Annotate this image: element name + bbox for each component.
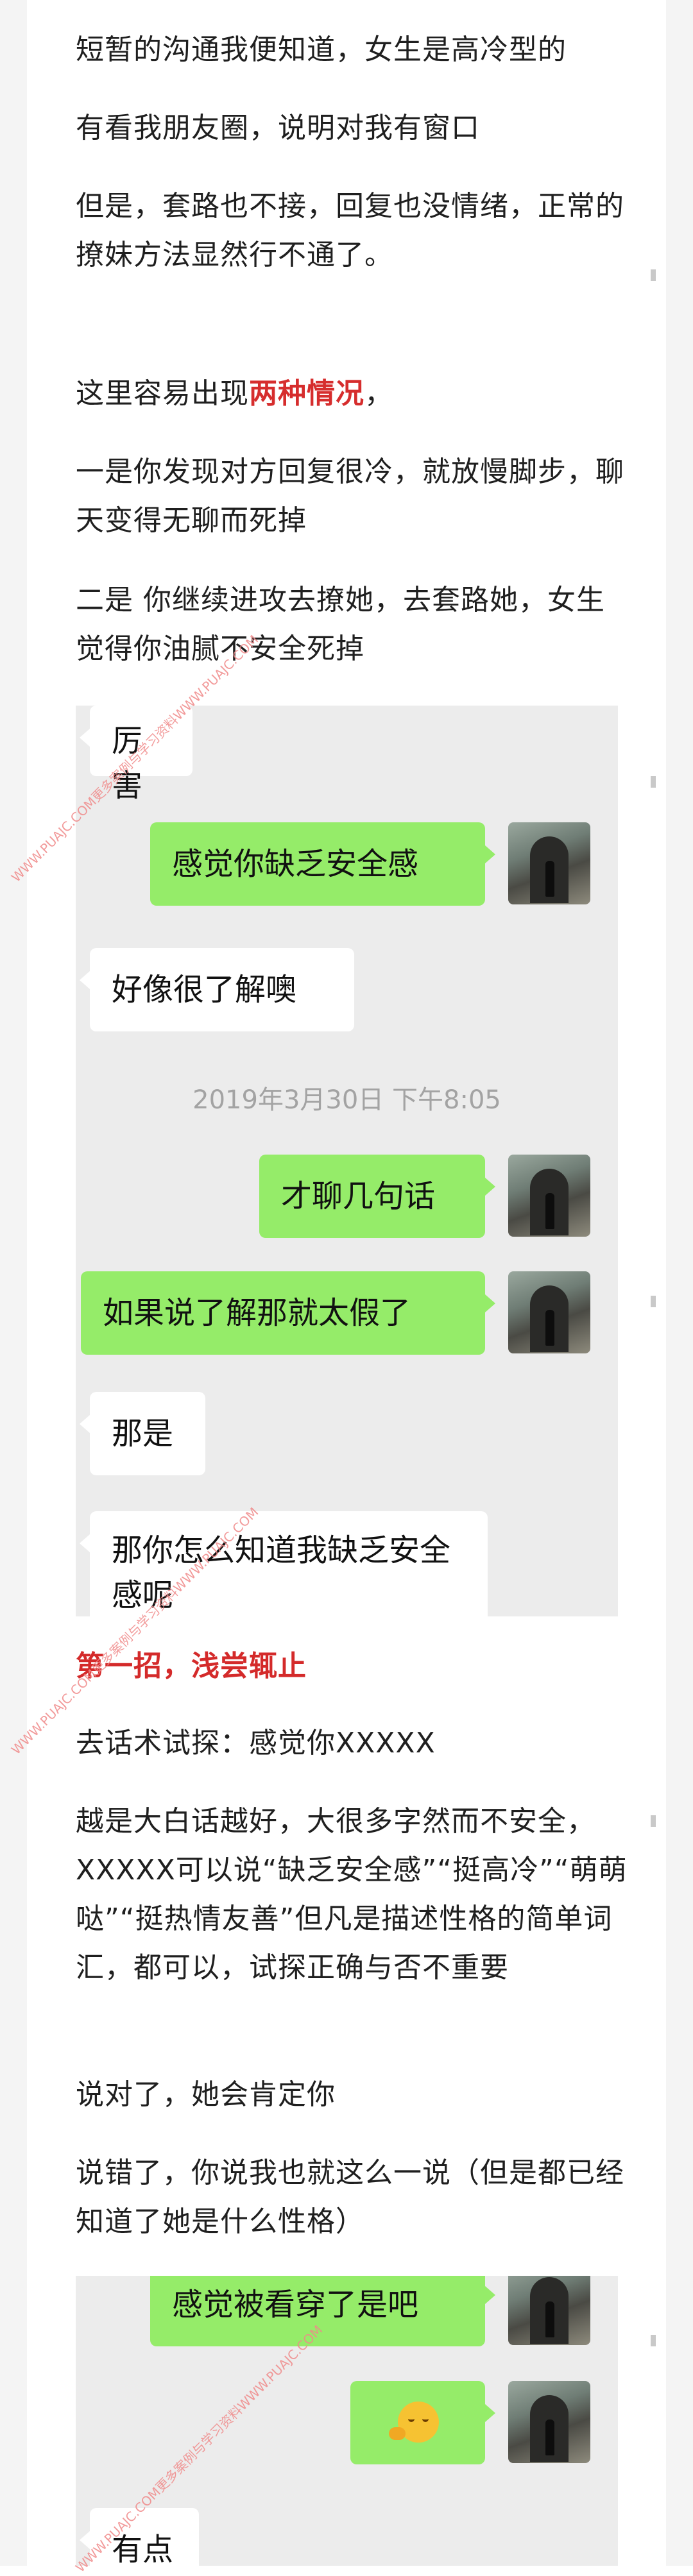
chat-screenshot-1: 厉害 感觉你缺乏安全感 好像很了解噢 2019年3月30日 下午8:05 才聊几…	[76, 706, 618, 1616]
chat-bubble-sent: 才聊几句话	[259, 1155, 495, 1238]
text-prefix: 这里容易出现	[76, 377, 249, 410]
page-margin-right	[666, 0, 693, 2566]
user-avatar[interactable]	[508, 2381, 590, 2463]
article-paragraph: 但是，套路也不接，回复也没情绪，正常的撩妹方法显然行不通了。	[76, 190, 624, 271]
article-paragraph: 说对了，她会肯定你	[76, 2078, 336, 2111]
text-suffix: ，	[364, 377, 393, 410]
highlight-two-cases: 两种情况	[249, 377, 364, 410]
scroll-indicator	[651, 1815, 656, 1827]
chat-screenshot-2: 感觉被看穿了是吧 有点	[76, 2276, 618, 2566]
chat-bubble-received: 那是	[80, 1392, 205, 1475]
avatar-person	[545, 2419, 554, 2455]
scroll-indicator	[651, 776, 656, 788]
article-paragraph: 短暂的沟通我便知道，女生是高冷型的	[76, 33, 567, 66]
article-paragraph: 说错了，你说我也就这么一说（但是都已经知道了她是什么性格）	[76, 2157, 624, 2238]
article-paragraph: 有看我朋友圈，说明对我有窗口	[76, 112, 480, 144]
scroll-indicator	[651, 2335, 656, 2346]
avatar-person	[545, 1193, 554, 1229]
article-paragraph: 二是 你继续进攻去撩她，去套路她，女生觉得你油腻不安全死掉	[76, 584, 605, 665]
scroll-indicator	[651, 269, 656, 281]
user-avatar[interactable]	[508, 822, 590, 904]
chat-bubble-sent-emoji	[350, 2381, 495, 2464]
emoji-hand-icon	[389, 2427, 406, 2440]
chat-timestamp: 2019年3月30日 下午8:05	[193, 1085, 501, 1115]
chat-bubble-sent: 如果说了解那就太假了	[81, 1271, 495, 1355]
avatar-person	[545, 861, 554, 897]
article-paragraph: 去话术试探：感觉你XXXXX	[76, 1727, 436, 1759]
scroll-indicator	[651, 1296, 656, 1307]
chat-bubble-sent: 感觉你缺乏安全感	[150, 822, 495, 906]
user-avatar[interactable]	[508, 2276, 590, 2345]
page-margin-left	[0, 0, 27, 2566]
section-heading: 第一招，浅尝辄止	[76, 1650, 307, 1682]
chat-bubble-received: 好像很了解噢	[80, 948, 354, 1031]
user-avatar[interactable]	[508, 1155, 590, 1237]
article-paragraph: 越是大白话越好，大很多字然而不安全，XXXXX可以说“缺乏安全感”“挺高冷”“萌…	[76, 1805, 628, 1984]
avatar-person	[545, 2301, 554, 2337]
avatar-person	[545, 1310, 554, 1346]
article-paragraph-two-cases: 这里容易出现两种情况，	[76, 369, 628, 418]
article-paragraph: 一是你发现对方回复很冷，就放慢脚步，聊天变得无聊而死掉	[76, 455, 624, 537]
user-avatar[interactable]	[508, 1271, 590, 1353]
